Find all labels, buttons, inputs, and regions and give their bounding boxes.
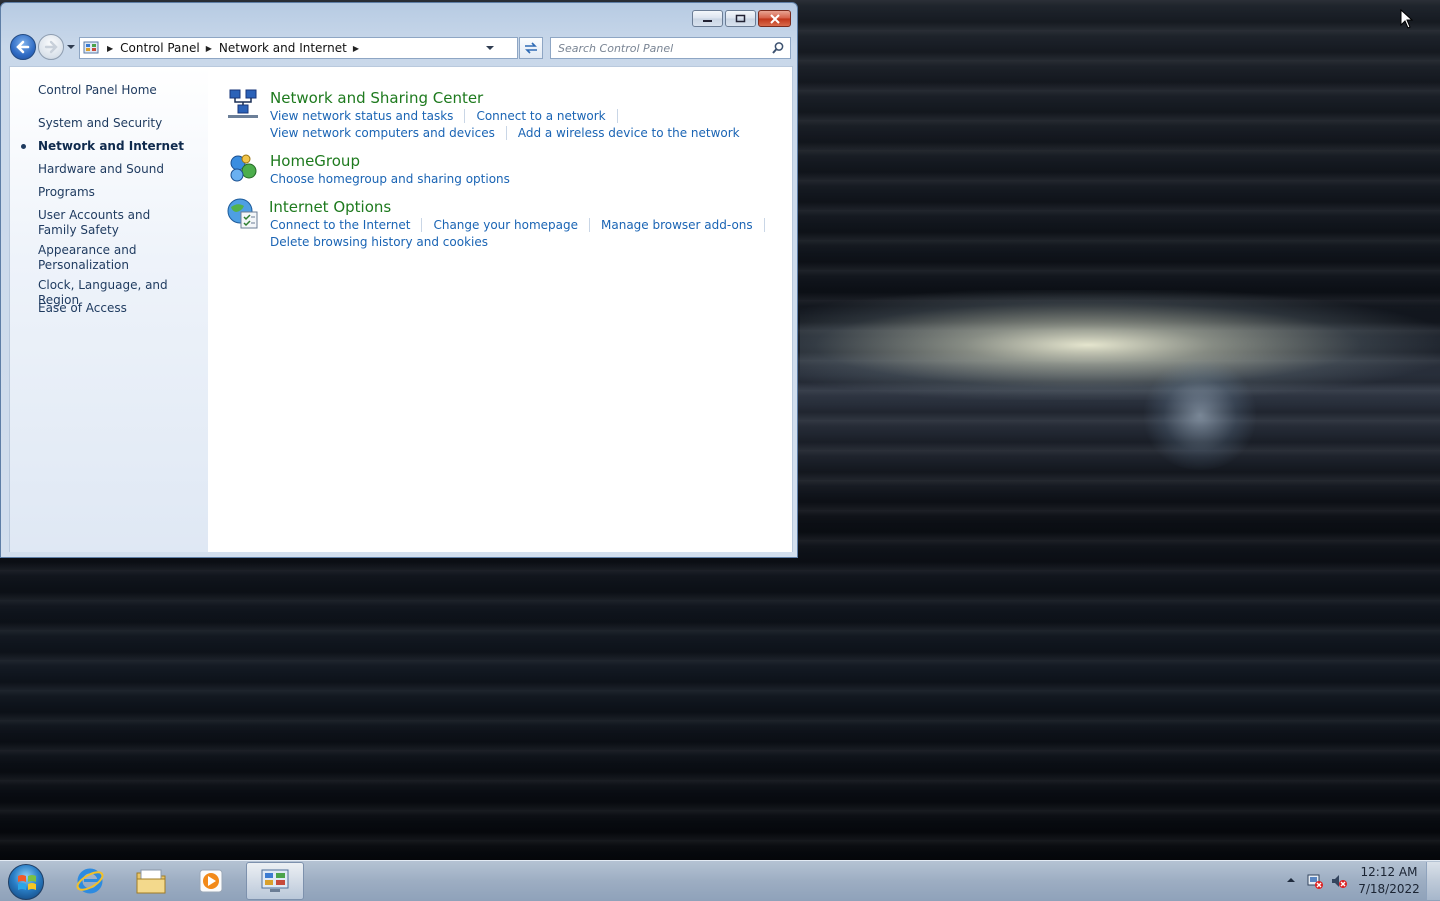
task-separator (763, 218, 765, 232)
task-separator (505, 126, 507, 140)
forward-button[interactable] (38, 34, 64, 60)
breadcrumb-control-panel[interactable]: Control Panel (120, 41, 200, 55)
taskbar-media-player[interactable] (182, 862, 240, 900)
windows-logo-icon (18, 875, 36, 890)
task-separator (464, 109, 466, 123)
breadcrumb-separator-icon[interactable]: ▶ (206, 44, 212, 53)
refresh-icon (525, 42, 537, 54)
show-desktop-button[interactable] (1426, 862, 1440, 900)
homegroup-tasks-row: Choose homegroup and sharing options (270, 172, 510, 186)
network-and-sharing-center-link[interactable]: Network and Sharing Center (270, 89, 483, 107)
choose-homegroup-options-link[interactable]: Choose homegroup and sharing options (270, 172, 510, 186)
window-controls (690, 10, 791, 27)
sidebar-item-programs[interactable]: Programs (38, 185, 203, 200)
add-wireless-device-link[interactable]: Add a wireless device to the network (518, 126, 740, 140)
breadcrumb-network-and-internet[interactable]: Network and Internet (219, 41, 347, 55)
network-sharing-icon[interactable] (226, 87, 260, 121)
internet-explorer-icon (76, 868, 104, 894)
taskbar: 12:12 AM 7/18/2022 (0, 860, 1440, 901)
control-panel-icon (261, 869, 289, 892)
delete-browsing-history-link[interactable]: Delete browsing history and cookies (270, 235, 488, 249)
maximize-icon (735, 14, 746, 23)
wallpaper-light-streak (800, 290, 1440, 400)
recent-pages-dropdown-icon[interactable] (66, 43, 76, 51)
change-homepage-link[interactable]: Change your homepage (433, 218, 578, 232)
task-separator (616, 109, 618, 123)
control-panel-home-link[interactable]: Control Panel Home (38, 83, 203, 98)
homegroup-icon[interactable] (226, 151, 260, 185)
task-separator (421, 218, 423, 232)
show-hidden-icons-icon[interactable] (1286, 875, 1296, 885)
mouse-cursor-icon (1400, 9, 1414, 29)
connect-to-network-link[interactable]: Connect to a network (476, 109, 605, 123)
close-button[interactable] (758, 10, 791, 27)
sidebar-item-system-and-security[interactable]: System and Security (38, 116, 203, 131)
task-separator (589, 218, 590, 232)
network-sharing-tasks-row-1: View network status and tasks Connect to… (270, 109, 629, 123)
action-center-icon[interactable] (1306, 872, 1324, 890)
control-panel-icon (83, 41, 99, 54)
sidebar-item-ease-of-access[interactable]: Ease of Access (38, 301, 203, 316)
sidebar-item-user-accounts[interactable]: User Accounts and Family Safety (38, 208, 188, 238)
taskbar-internet-explorer[interactable] (61, 862, 119, 900)
clock-time[interactable]: 12:12 AM (1355, 865, 1423, 879)
breadcrumb-separator-icon[interactable]: ▶ (107, 44, 113, 53)
taskbar-control-panel[interactable] (246, 862, 304, 900)
taskbar-windows-explorer[interactable] (122, 862, 180, 900)
volume-muted-icon[interactable] (1330, 872, 1348, 890)
current-page-bullet-icon (21, 144, 26, 149)
control-panel-window: ▶ Control Panel ▶ Network and Internet ▶… (0, 2, 798, 558)
close-icon (769, 13, 780, 24)
search-icon[interactable] (771, 41, 785, 55)
sidebar-item-hardware-and-sound[interactable]: Hardware and Sound (38, 162, 203, 177)
clock-date[interactable]: 7/18/2022 (1355, 882, 1423, 896)
category-content-pane: Network and Sharing Center View network … (208, 66, 793, 552)
back-arrow-icon (16, 40, 30, 54)
sidebar-item-appearance[interactable]: Appearance and Personalization (38, 243, 158, 273)
view-network-computers-link[interactable]: View network computers and devices (270, 126, 495, 140)
view-network-status-link[interactable]: View network status and tasks (270, 109, 453, 123)
address-bar[interactable]: ▶ Control Panel ▶ Network and Internet ▶ (79, 37, 518, 59)
forward-arrow-icon (44, 40, 58, 54)
refresh-button[interactable] (519, 37, 543, 59)
manage-browser-addons-link[interactable]: Manage browser add-ons (601, 218, 753, 232)
sidebar-item-network-and-internet[interactable]: Network and Internet (38, 139, 203, 154)
media-player-icon (199, 869, 223, 893)
maximize-button[interactable] (725, 10, 756, 27)
internet-options-tasks-row-1: Connect to the Internet Change your home… (270, 218, 776, 232)
internet-options-link[interactable]: Internet Options (269, 198, 391, 216)
windows-explorer-icon (136, 869, 166, 894)
search-box (550, 37, 791, 59)
search-input[interactable] (551, 38, 766, 58)
internet-options-icon[interactable] (226, 197, 260, 231)
address-dropdown-icon[interactable] (485, 45, 495, 52)
connect-to-internet-link[interactable]: Connect to the Internet (270, 218, 410, 232)
back-button[interactable] (10, 34, 36, 60)
homegroup-link[interactable]: HomeGroup (270, 152, 360, 170)
start-button[interactable] (8, 864, 44, 900)
network-sharing-tasks-row-2: View network computers and devices Add a… (270, 126, 740, 140)
minimize-button[interactable] (692, 10, 723, 27)
navigation-pane: Control Panel Home System and Security N… (9, 66, 208, 552)
wallpaper-light-orb (1140, 360, 1260, 470)
minimize-icon (703, 19, 712, 22)
internet-options-tasks-row-2: Delete browsing history and cookies (270, 235, 488, 249)
breadcrumb-separator-icon[interactable]: ▶ (353, 44, 359, 53)
